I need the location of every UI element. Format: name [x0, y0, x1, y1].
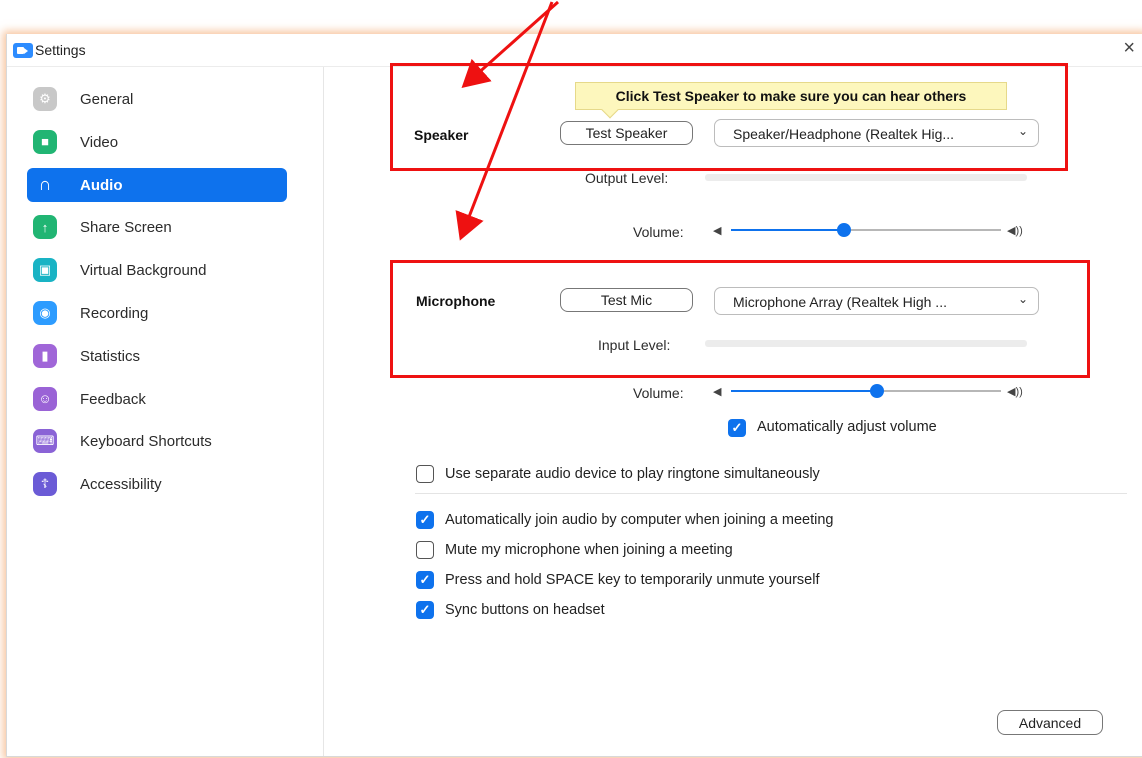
annotation-arrows	[455, 0, 559, 241]
arrow-to-speaker	[461, 0, 559, 88]
arrow-to-microphone	[455, 1, 554, 241]
